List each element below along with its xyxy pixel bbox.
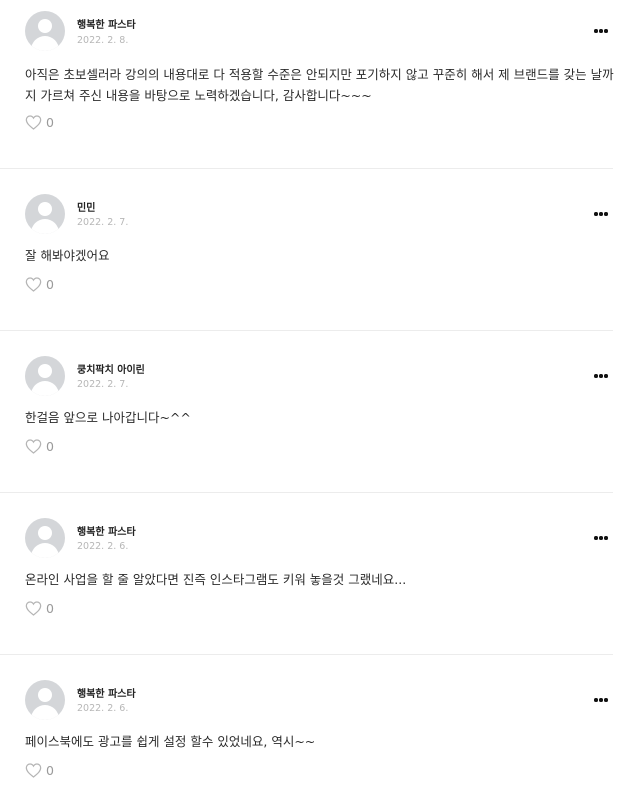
comment-author[interactable]: 행복한 파스타 <box>77 16 136 31</box>
comment-item: 행복한 파스타 2022. 2. 6. 페이스북에도 광고를 쉽게 설정 할수 … <box>0 655 613 789</box>
comment-author[interactable]: 민민 <box>77 199 95 214</box>
comment-item: 민민 2022. 2. 7. 잘 해봐야겠어요 0 <box>0 169 613 331</box>
more-options-icon[interactable] <box>594 211 608 217</box>
heart-icon <box>25 439 42 454</box>
comment-text: 아직은 초보셀러라 강의의 내용대로 다 적용할 수준은 안되지만 포기하지 않… <box>25 67 614 103</box>
comment-author[interactable]: 행복한 파스타 <box>77 685 136 700</box>
comment-item: 행복한 파스타 2022. 2. 6. 온라인 사업을 할 줄 알았다면 진즉 … <box>0 493 613 655</box>
comment-author[interactable]: 쿵치팍치 아이린 <box>77 361 145 376</box>
comment-date: 2022. 2. 7. <box>77 379 129 390</box>
comment-author[interactable]: 행복한 파스타 <box>77 523 136 538</box>
comment-text: 잘 해봐야겠어요 <box>25 248 110 263</box>
comment-text: 온라인 사업을 할 줄 알았다면 진즉 인스타그램도 키워 놓을것 그랬네요..… <box>25 572 407 587</box>
more-options-icon[interactable] <box>594 535 608 541</box>
comment-text: 한걸음 앞으로 나아갑니다~^^ <box>25 410 191 425</box>
like-count: 0 <box>46 601 54 616</box>
comment-item: 행복한 파스타 2022. 2. 8. 아직은 초보셀러라 강의의 내용대로 다… <box>0 0 614 169</box>
like-count: 0 <box>46 439 54 454</box>
more-options-icon[interactable] <box>594 373 608 379</box>
comment-date: 2022. 2. 7. <box>77 217 129 228</box>
heart-icon <box>25 115 42 130</box>
like-count: 0 <box>46 763 54 778</box>
comment-text: 페이스북에도 광고를 쉽게 설정 할수 있었네요, 역시~~ <box>25 734 316 749</box>
avatar-icon[interactable] <box>25 11 65 51</box>
avatar-icon[interactable] <box>25 680 65 720</box>
comment-item: 쿵치팍치 아이린 2022. 2. 7. 한걸음 앞으로 나아갑니다~^^ 0 <box>0 331 613 493</box>
comment-date: 2022. 2. 6. <box>77 703 129 714</box>
more-options-icon[interactable] <box>594 28 608 34</box>
like-count: 0 <box>46 277 54 292</box>
comment-list: 행복한 파스타 2022. 2. 8. 아직은 초보셀러라 강의의 내용대로 다… <box>0 0 637 789</box>
heart-icon <box>25 763 42 778</box>
heart-icon <box>25 277 42 292</box>
comment-date: 2022. 2. 8. <box>77 35 129 46</box>
comment-date: 2022. 2. 6. <box>77 541 129 552</box>
more-options-icon[interactable] <box>594 697 608 703</box>
like-count: 0 <box>46 115 54 130</box>
heart-icon <box>25 601 42 616</box>
avatar-icon[interactable] <box>25 518 65 558</box>
avatar-icon[interactable] <box>25 356 65 396</box>
avatar-icon[interactable] <box>25 194 65 234</box>
